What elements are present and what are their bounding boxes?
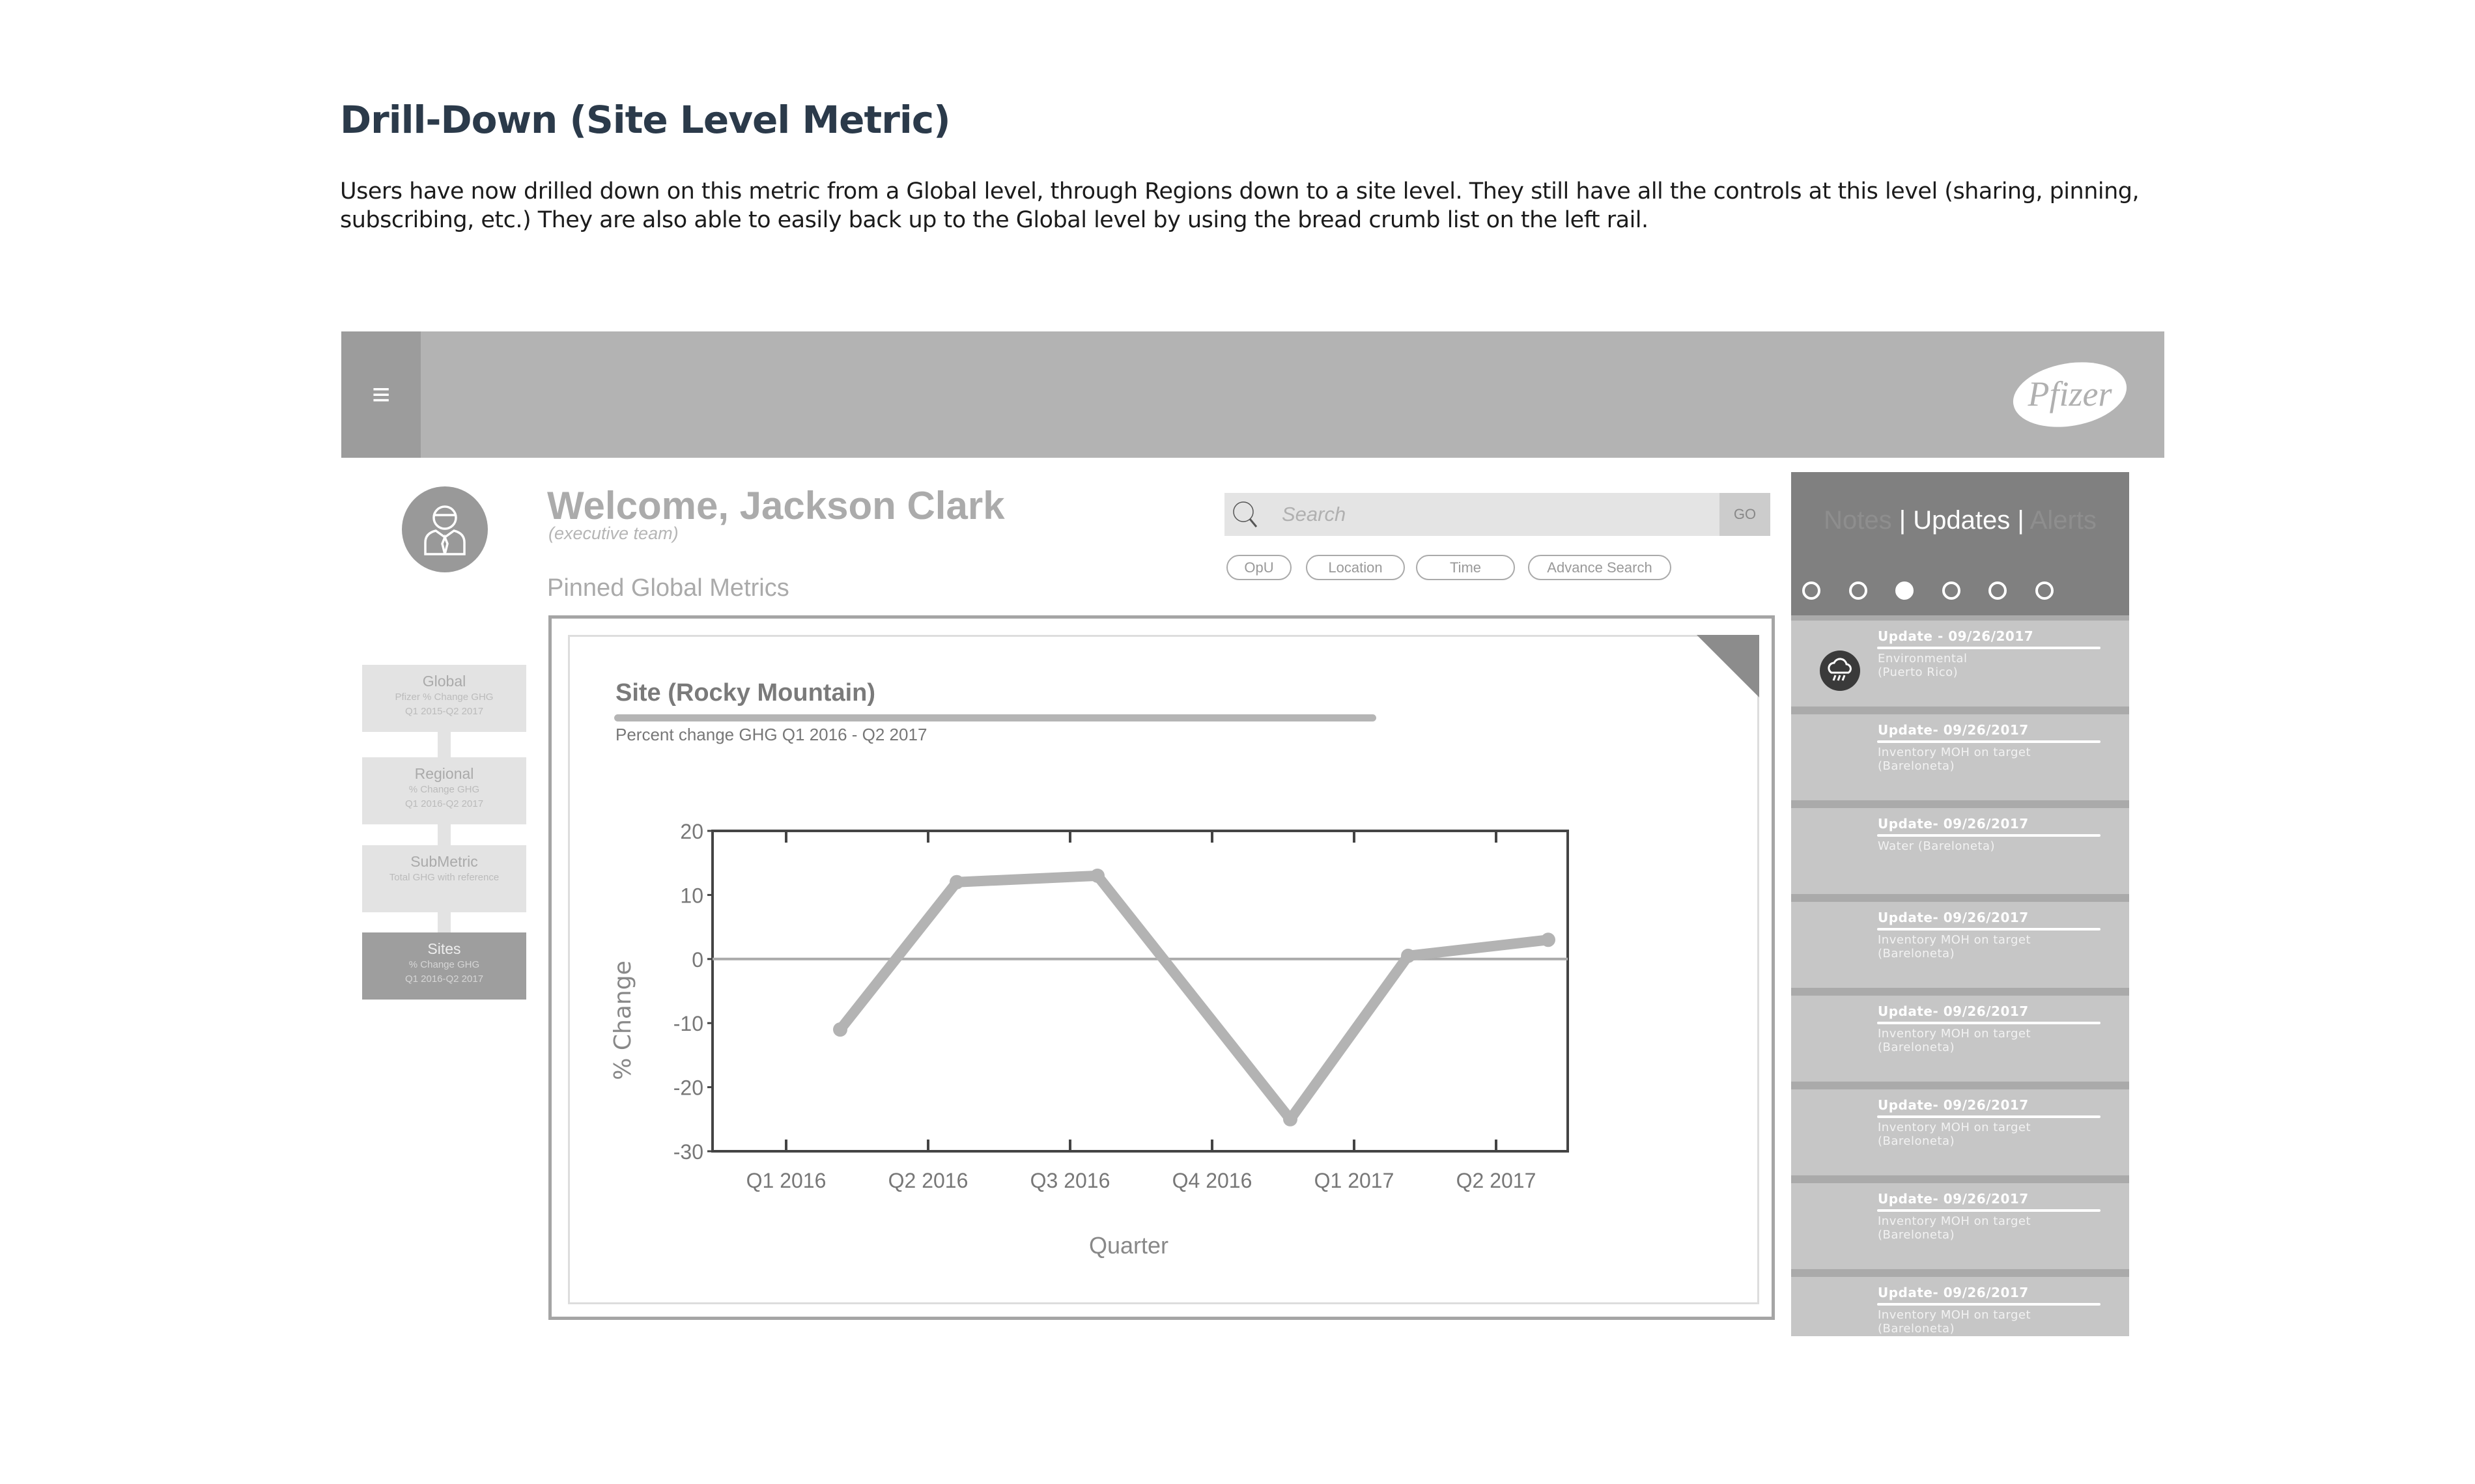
pfizer-logo: Pfizer	[2013, 362, 2127, 427]
x-tick-label: Q2 2016	[888, 1169, 969, 1192]
update-item[interactable]: Update- 09/26/2017 Inventory MOH on targe…	[1791, 714, 2129, 800]
data-point	[950, 875, 964, 889]
plot-frame	[711, 830, 1569, 1153]
update-body: Inventory MOH on target (Bareloneta)	[1878, 1214, 2031, 1242]
update-divider	[1877, 1303, 2100, 1306]
x-tick-label: Q2 2017	[1456, 1169, 1536, 1192]
update-text: (Bareloneta)	[1878, 1322, 1955, 1336]
y-tick-label: -20	[673, 1076, 703, 1100]
update-text: (Puerto Rico)	[1878, 665, 1959, 679]
update-item[interactable]: Update- 09/26/2017 Inventory MOH on targe…	[1791, 902, 2129, 988]
data-point	[833, 1022, 847, 1037]
update-title: Update- 09/26/2017	[1878, 1191, 2029, 1207]
update-text: Inventory MOH on target	[1878, 1214, 2031, 1228]
data-point	[1283, 1112, 1297, 1127]
x-axis-label: Quarter	[1089, 1232, 1168, 1259]
tab-updates[interactable]: Updates	[1913, 506, 2010, 535]
update-text: Inventory MOH on target	[1878, 1027, 2031, 1041]
update-text: (Bareloneta)	[1878, 1041, 1955, 1054]
update-title: Update- 09/26/2017	[1878, 722, 2029, 738]
rain-cloud-icon	[1820, 651, 1860, 691]
tab-notes[interactable]: Notes	[1824, 506, 1892, 535]
update-item[interactable]: Update- 09/26/2017 Inventory MOH on targe…	[1791, 1277, 2129, 1336]
x-tick-label: Q4 2016	[1172, 1169, 1252, 1192]
update-text: Environmental	[1878, 652, 1968, 665]
panel-header: Notes | Updates | Alerts	[1791, 472, 2129, 615]
x-tick-label: Q1 2016	[746, 1169, 827, 1192]
update-divider	[1877, 1209, 2100, 1212]
data-point	[1401, 948, 1415, 963]
update-item[interactable]: Update- 09/26/2017 Inventory MOH on targe…	[1791, 996, 2129, 1082]
panel-tabs: Notes | Updates | Alerts	[1791, 506, 2129, 535]
update-item[interactable]: Update- 09/26/2017 Water (Bareloneta)	[1791, 808, 2129, 894]
update-body: Inventory MOH on target (Bareloneta)	[1878, 1308, 2031, 1336]
pager-dot[interactable]	[1988, 581, 2007, 600]
update-divider	[1877, 740, 2100, 743]
update-body: Inventory MOH on target (Bareloneta)	[1878, 746, 2031, 773]
pager-dot[interactable]	[1802, 581, 1820, 600]
update-title: Update- 09/26/2017	[1878, 1285, 2029, 1300]
svg-text:Pfizer: Pfizer	[2028, 374, 2113, 413]
update-text: (Bareloneta)	[1878, 1134, 1955, 1148]
update-title: Update- 09/26/2017	[1878, 1003, 2029, 1019]
update-title: Update- 09/26/2017	[1878, 910, 2029, 925]
update-text: (Bareloneta)	[1878, 759, 1955, 773]
update-item[interactable]: Update - 09/26/2017 Environmental (Puerto …	[1791, 621, 2129, 707]
update-text: Inventory MOH on target	[1878, 1308, 2031, 1322]
update-item[interactable]: Update- 09/26/2017 Inventory MOH on targe…	[1791, 1089, 2129, 1175]
update-divider	[1877, 1115, 2100, 1118]
update-body: Inventory MOH on target (Bareloneta)	[1878, 933, 2031, 960]
series-line	[836, 870, 1549, 1125]
data-point	[1090, 868, 1105, 883]
pager-dot[interactable]	[2035, 581, 2054, 600]
update-divider	[1877, 647, 2100, 649]
tab-alerts[interactable]: Alerts	[2030, 506, 2097, 535]
data-point	[1541, 932, 1555, 947]
pager-dot[interactable]	[1848, 581, 1867, 600]
update-text: Inventory MOH on target	[1878, 933, 2031, 947]
update-title: Update- 09/26/2017	[1878, 816, 2029, 832]
update-text: Inventory MOH on target	[1878, 1121, 2031, 1134]
update-text: Water (Bareloneta)	[1878, 839, 1996, 853]
update-body: Water (Bareloneta)	[1878, 839, 1995, 853]
update-title: Update- 09/26/2017	[1878, 1097, 2029, 1113]
x-tick-label: Q1 2017	[1314, 1169, 1394, 1192]
tab-separator: |	[1899, 506, 1906, 535]
pager-dot[interactable]	[1942, 581, 1960, 600]
update-item[interactable]: Update- 09/26/2017 Inventory MOH on targe…	[1791, 1183, 2129, 1269]
y-tick-label: -30	[673, 1140, 703, 1164]
update-text: Inventory MOH on target	[1878, 746, 2031, 759]
x-tick-label: Q3 2016	[1030, 1169, 1110, 1192]
update-text: (Bareloneta)	[1878, 1228, 1955, 1242]
y-tick-label: 10	[680, 884, 703, 907]
update-body: Environmental (Puerto Rico)	[1878, 652, 1967, 679]
update-text: (Bareloneta)	[1878, 947, 1955, 960]
y-tick-label: -10	[673, 1012, 703, 1035]
update-divider	[1877, 834, 2100, 837]
update-divider	[1877, 928, 2100, 931]
line-chart: 20 10 0 -10 -20 -30 Q1 2016 Q2 2016 Q3 2016 Q4 20…	[610, 820, 1569, 1259]
update-body: Inventory MOH on target (Bareloneta)	[1878, 1027, 2031, 1054]
pager-dot[interactable]	[1895, 581, 1914, 600]
tab-separator: |	[2017, 506, 2024, 535]
y-axis-label: % Change	[610, 960, 636, 1080]
update-title: Update - 09/26/2017	[1878, 628, 2034, 644]
update-body: Inventory MOH on target (Bareloneta)	[1878, 1121, 2031, 1148]
y-tick-label: 20	[680, 820, 703, 843]
update-divider	[1877, 1022, 2100, 1024]
y-tick-label: 0	[692, 948, 703, 972]
updates-panel: Notes | Updates | Alerts Update - 09/26/…	[1791, 472, 2129, 1336]
